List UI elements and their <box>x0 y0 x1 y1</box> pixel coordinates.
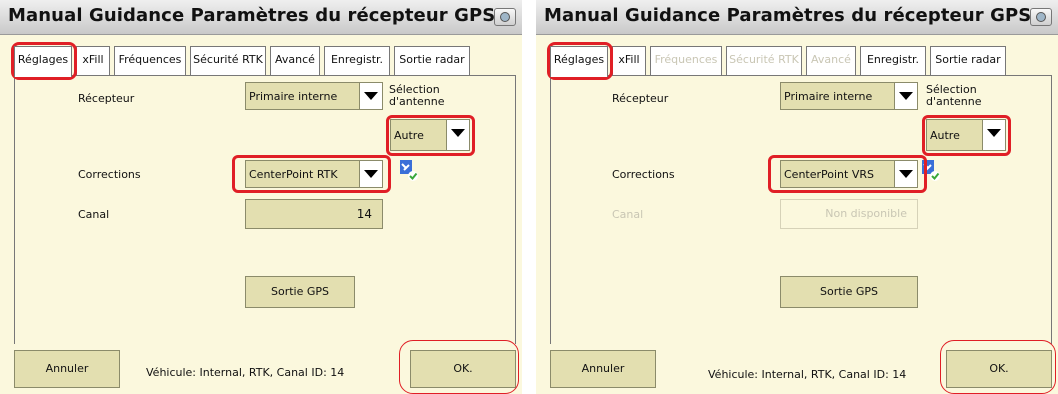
gps-settings-panel-vrs: Manual Guidance Paramètres du récepteur … <box>536 0 1058 394</box>
corrections-value: CenterPoint RTK <box>249 168 338 181</box>
gps-settings-panel-rtk: Manual Guidance Paramètres du récepteur … <box>0 0 522 394</box>
title-bar: Manual Guidance Paramètres du récepteur … <box>0 0 522 35</box>
tab-securite-rtk[interactable]: Sécurité RTK <box>190 46 266 75</box>
camera-icon[interactable] <box>494 8 516 26</box>
antenna-dropdown[interactable]: Autre <box>926 119 1006 151</box>
tab-sortie-radar[interactable]: Sortie radar <box>930 46 1006 75</box>
receiver-dropdown[interactable]: Primaire interne <box>780 82 918 110</box>
tab-avance: Avancé <box>806 46 856 75</box>
chevron-down-icon <box>359 83 382 109</box>
corrections-label: Corrections <box>612 168 675 181</box>
vehicle-status-text: Véhicule: Internal, RTK, Canal ID: 14 <box>708 368 907 381</box>
cancel-button[interactable]: Annuler <box>550 350 656 388</box>
tab-enregistr[interactable]: Enregistr. <box>860 46 926 75</box>
gps-output-button[interactable]: Sortie GPS <box>780 276 918 308</box>
corrections-dropdown[interactable]: CenterPoint VRS <box>780 160 918 188</box>
ok-button[interactable]: OK. <box>946 350 1052 388</box>
gps-output-button[interactable]: Sortie GPS <box>245 276 355 308</box>
camera-icon[interactable] <box>1030 8 1052 26</box>
tab-reglages[interactable]: Réglages <box>550 46 608 77</box>
tab-reglages[interactable]: Réglages <box>14 46 72 77</box>
chevron-down-icon <box>446 120 469 150</box>
chevron-down-icon <box>982 120 1005 150</box>
chevron-down-icon <box>894 83 917 109</box>
channel-field: Non disponible <box>780 199 918 229</box>
tab-frequences: Fréquences <box>650 46 722 75</box>
receiver-value: Primaire interne <box>249 90 338 103</box>
receiver-dropdown[interactable]: Primaire interne <box>245 82 383 110</box>
channel-label: Canal <box>78 208 110 221</box>
tab-avance[interactable]: Avancé <box>270 46 320 75</box>
antenna-dropdown[interactable]: Autre <box>390 119 470 151</box>
tab-enregistr[interactable]: Enregistr. <box>324 46 390 75</box>
window-title: Manual Guidance Paramètres du récepteur … <box>544 5 1032 26</box>
corrections-label: Corrections <box>78 168 141 181</box>
receiver-label: Récepteur <box>612 92 669 105</box>
channel-label: Canal <box>612 208 644 221</box>
tab-frequences[interactable]: Fréquences <box>114 46 186 75</box>
chevron-down-icon <box>359 161 382 187</box>
antenna-value: Autre <box>394 129 424 142</box>
tab-xfill[interactable]: xFill <box>76 46 110 75</box>
window-title: Manual Guidance Paramètres du récepteur … <box>8 5 496 26</box>
tab-xfill[interactable]: xFill <box>612 46 646 75</box>
satellite-check-icon <box>922 160 940 181</box>
corrections-dropdown[interactable]: CenterPoint RTK <box>245 160 383 188</box>
antenna-value: Autre <box>930 129 960 142</box>
cancel-button[interactable]: Annuler <box>14 350 120 388</box>
receiver-value: Primaire interne <box>784 90 873 103</box>
vehicle-status-text: Véhicule: Internal, RTK, Canal ID: 14 <box>146 366 345 379</box>
channel-field[interactable]: 14 <box>245 199 383 229</box>
title-bar: Manual Guidance Paramètres du récepteur … <box>536 0 1058 35</box>
satellite-check-icon <box>400 160 418 181</box>
tab-securite-rtk: Sécurité RTK <box>726 46 802 75</box>
ok-button[interactable]: OK. <box>410 350 516 388</box>
corrections-value: CenterPoint VRS <box>784 168 874 181</box>
antenna-selection-label: Sélection d'antenne <box>389 83 445 108</box>
chevron-down-icon <box>894 161 917 187</box>
antenna-selection-label: Sélection d'antenne <box>926 83 982 108</box>
receiver-label: Récepteur <box>78 92 135 105</box>
tab-sortie-radar[interactable]: Sortie radar <box>394 46 470 75</box>
